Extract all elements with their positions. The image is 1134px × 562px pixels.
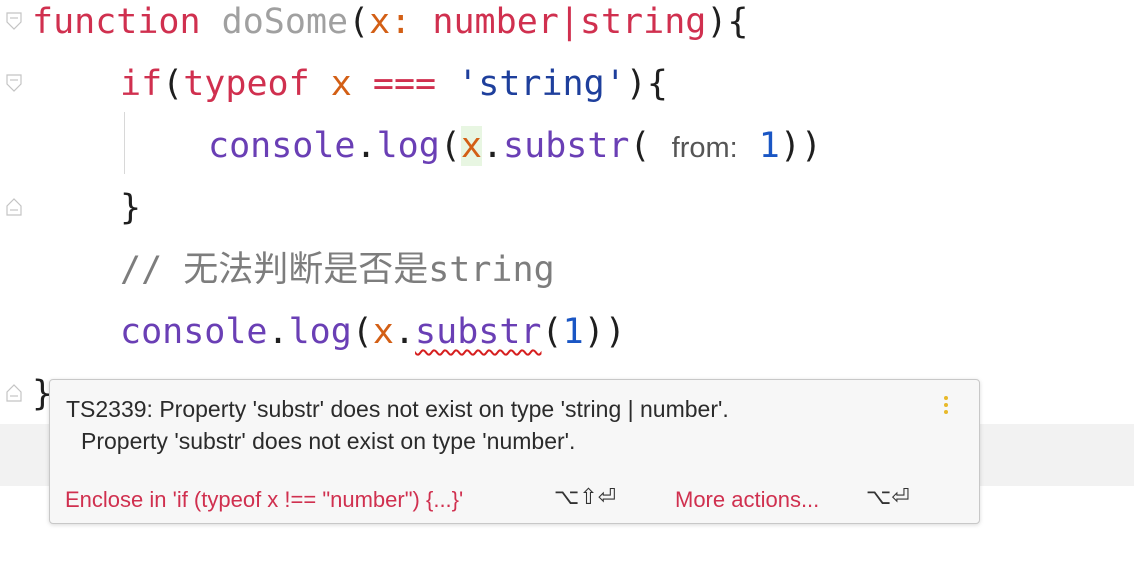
paren: )) [583,312,626,352]
error-tooltip: TS2339: Property 'substr' does not exist… [49,379,980,524]
parameter-highlighted: x [460,126,482,166]
number-literal: 1 [758,126,780,166]
parameter: x [369,2,391,42]
paren: ( [439,126,461,166]
method-name: log [288,312,352,352]
operator: === [372,64,437,104]
dot: . [393,312,416,352]
dot: . [267,312,289,352]
fold-collapse-icon[interactable] [6,12,22,30]
quick-fix-enclose-if[interactable]: Enclose in 'if (typeof x !== "number") {… [65,487,463,513]
console-object: console [208,126,356,166]
paren: )) [779,126,823,166]
parameter: x [330,64,352,104]
paren-brace: ){ [706,2,749,42]
paren: ( [162,64,184,104]
method-name: substr [503,126,630,166]
shortcut-hint: ⌥⇧⏎ [554,485,617,510]
keyword: if [120,64,163,104]
error-message: TS2339: Property 'substr' does not exist… [66,396,729,422]
indent-guide [124,112,125,174]
paren: ( [348,2,370,42]
more-actions-link[interactable]: More actions... [675,487,819,513]
parameter-hint: from: [671,132,738,164]
number-literal: 1 [562,312,584,352]
paren: ( [351,312,373,352]
fold-collapse-icon[interactable] [6,74,22,92]
dot: . [481,126,504,166]
keyword: function [32,2,201,42]
code-line-6[interactable]: console.log(x.substr(1)) [120,301,626,363]
more-options-icon[interactable] [943,394,949,420]
type-annotation: number|string [432,2,707,42]
parameter: x [372,312,394,352]
method-name: log [376,126,440,166]
code-editor[interactable]: function doSome(x: number|string){ if(ty… [0,0,1134,562]
code-line-5[interactable]: // 无法判断是否是string [120,239,555,301]
console-object: console [120,312,268,352]
code-line-1[interactable]: function doSome(x: number|string){ [32,0,749,53]
dot: . [355,126,377,166]
fold-end-icon[interactable] [6,198,22,216]
error-message-detail: Property 'substr' does not exist on type… [81,428,576,454]
code-line-2[interactable]: if(typeof x === 'string'){ [120,53,668,115]
paren-brace: ){ [625,64,668,104]
code-line-3[interactable]: console.log(x.substr( from: 1)) [208,115,822,177]
shortcut-hint: ⌥⏎ [866,485,910,510]
code-line-4[interactable]: } [120,177,141,239]
error-method-name[interactable]: substr [415,312,541,352]
paren: ( [541,312,563,352]
function-name: doSome [221,2,349,42]
comment: // 无法判断是否是string [120,250,555,290]
keyword: typeof [183,64,310,104]
fold-end-icon[interactable] [6,384,22,402]
string-literal: 'string' [457,64,626,104]
paren: ( [629,126,672,166]
colon: : [390,2,433,42]
brace: } [120,188,142,228]
